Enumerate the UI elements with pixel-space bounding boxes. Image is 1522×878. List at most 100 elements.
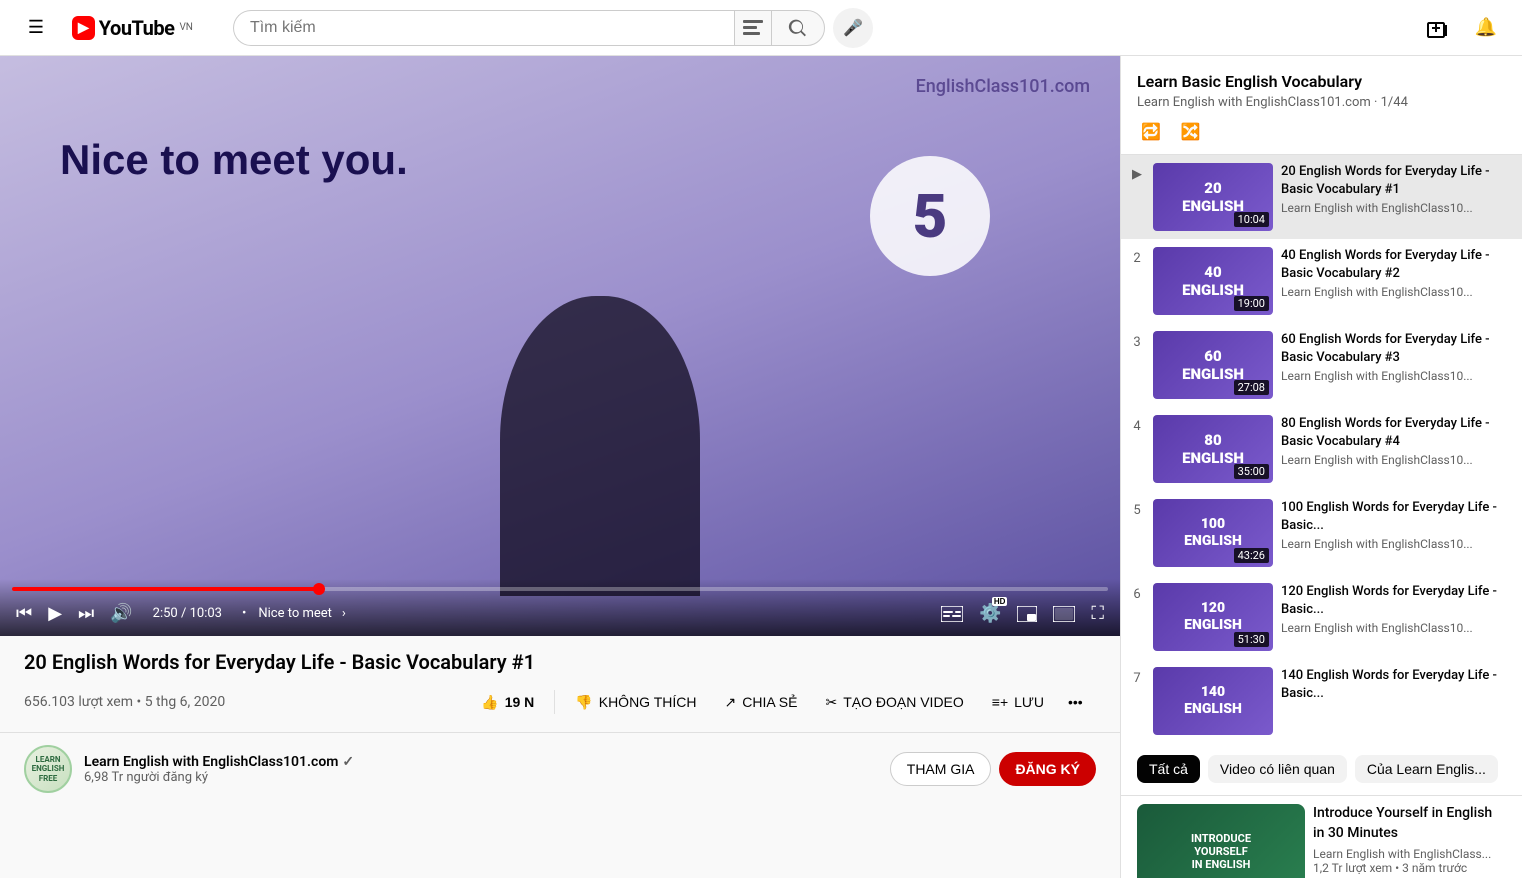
channel-info: Learn English with EnglishClass101.com ✓… <box>84 754 354 785</box>
more-actions-button[interactable]: ••• <box>1060 684 1096 720</box>
shuffle-button[interactable]: 🔀 <box>1177 118 1205 146</box>
playlist-items: ▶ 20ENGLISH 10:04 20 English Words for E… <box>1121 155 1522 743</box>
thumbdown-icon: 👎 <box>575 694 592 711</box>
search-button[interactable] <box>771 10 825 46</box>
item-title: 80 English Words for Everyday Life - Bas… <box>1281 415 1514 451</box>
recommended-video[interactable]: INTRODUCEYOURSELFIN ENGLISH 33:09 Introd… <box>1121 796 1522 878</box>
playlist-item[interactable]: 2 40ENGLISH 19:00 40 English Words for E… <box>1121 239 1522 323</box>
video-frame: Nice to meet you. EnglishClass101.com 5 <box>0 56 1120 636</box>
controls-row: ⏮ ▶ ⏭ 🔊 2:50 / 10:03 • Nice to meet › <box>12 599 1108 628</box>
item-title: 60 English Words for Everyday Life - Bas… <box>1281 331 1514 367</box>
item-thumbnail: 60ENGLISH 27:08 <box>1153 331 1273 399</box>
playlist-item[interactable]: 4 80ENGLISH 35:00 80 English Words for E… <box>1121 407 1522 491</box>
save-button[interactable]: ≡+ LƯU <box>980 686 1056 718</box>
playlist-item[interactable]: 3 60ENGLISH 27:08 60 English Words for E… <box>1121 323 1522 407</box>
chapter-label: Nice to meet <box>258 606 332 621</box>
play-pause-button[interactable]: ▶ <box>44 599 66 628</box>
playlist-item[interactable]: ▶ 20ENGLISH 10:04 20 English Words for E… <box>1121 155 1522 239</box>
nav-right: 🔔 <box>1418 8 1506 48</box>
countdown-number: 5 <box>913 181 948 252</box>
item-thumbnail: 80ENGLISH 35:00 <box>1153 415 1273 483</box>
channel-avatar: LEARN ENGLISH FREE <box>24 745 72 793</box>
scissors-icon: ✂ <box>825 694 837 711</box>
video-title: 20 English Words for Everyday Life - Bas… <box>24 648 1096 676</box>
notifications-button[interactable]: 🔔 <box>1466 8 1506 48</box>
item-channel: Learn English with EnglishClass10... <box>1281 621 1514 635</box>
nav-left: ☰ ▶ YouTube VN <box>16 8 193 48</box>
keyboard-button[interactable] <box>734 10 771 46</box>
clip-button[interactable]: ✂ TẠO ĐOẠN VIDEO <box>813 686 975 719</box>
like-button[interactable]: 👍 19 N <box>469 686 546 719</box>
share-button[interactable]: ↗ CHIA SẺ <box>712 686 809 719</box>
item-play-indicator: ▶ <box>1129 167 1145 182</box>
item-channel: Learn English with EnglishClass10... <box>1281 201 1514 215</box>
filter-tab-related[interactable]: Video có liên quan <box>1208 755 1347 783</box>
item-duration: 35:00 <box>1234 464 1269 479</box>
subtitles-button[interactable] <box>937 602 967 626</box>
channel-actions: THAM GIA ĐĂNG KÝ <box>890 752 1096 786</box>
item-channel: Learn English with EnglishClass10... <box>1281 537 1514 551</box>
youtube-icon: ▶ <box>72 16 95 40</box>
youtube-wordmark: YouTube <box>99 16 175 40</box>
sidebar: Learn Basic English Vocabulary Learn Eng… <box>1120 56 1522 878</box>
mic-button[interactable]: 🎤 <box>833 8 873 48</box>
playlist-item[interactable]: 7 140ENGLISH 140 English Words for Every… <box>1121 659 1522 743</box>
playlist-controls: 🔁 🔀 <box>1137 118 1506 146</box>
item-number: 4 <box>1129 419 1145 434</box>
share-icon: ↗ <box>724 694 736 711</box>
main-layout: Nice to meet you. EnglishClass101.com 5 … <box>0 56 1522 878</box>
item-thumbnail: 140ENGLISH <box>1153 667 1273 735</box>
rec-thumb-bg: INTRODUCEYOURSELFIN ENGLISH <box>1137 804 1305 878</box>
join-button[interactable]: THAM GIA <box>890 752 992 786</box>
top-navigation: ☰ ▶ YouTube VN 🎤 🔔 <box>0 0 1522 56</box>
theater-button[interactable] <box>1049 602 1079 626</box>
item-title: 20 English Words for Everyday Life - Bas… <box>1281 163 1514 199</box>
item-number: 7 <box>1129 671 1145 686</box>
channel-section: LEARN ENGLISH FREE Learn English with En… <box>0 732 1120 805</box>
item-duration: 10:04 <box>1234 212 1269 227</box>
progress-bar[interactable] <box>12 587 1108 591</box>
video-player: Nice to meet you. EnglishClass101.com 5 … <box>0 56 1120 636</box>
item-duration: 43:26 <box>1234 548 1269 563</box>
item-number: 5 <box>1129 503 1145 518</box>
item-title: 120 English Words for Everyday Life - Ba… <box>1281 583 1514 619</box>
like-count: 19 N <box>505 694 535 710</box>
item-thumb-bg: 140ENGLISH <box>1153 667 1273 735</box>
item-info: 120 English Words for Everyday Life - Ba… <box>1281 583 1514 635</box>
skip-back-button[interactable]: ⏮ <box>12 599 36 628</box>
dislike-button[interactable]: 👎 KHÔNG THÍCH <box>563 686 708 719</box>
playlist-item[interactable]: 5 100ENGLISH 43:26 100 English Words for… <box>1121 491 1522 575</box>
settings-button[interactable]: ⚙️ HD <box>975 599 1005 628</box>
save-icon: ≡+ <box>992 694 1008 710</box>
progress-fill <box>12 587 319 591</box>
subscribe-button[interactable]: ĐĂNG KÝ <box>999 752 1096 786</box>
search-input[interactable] <box>233 10 734 46</box>
item-number: 2 <box>1129 251 1145 266</box>
loop-button[interactable]: 🔁 <box>1137 118 1165 146</box>
volume-button[interactable]: 🔊 <box>106 599 136 628</box>
playlist-item[interactable]: 6 120ENGLISH 51:30 120 English Words for… <box>1121 575 1522 659</box>
thumbup-icon: 👍 <box>481 694 498 711</box>
item-duration: 27:08 <box>1234 380 1269 395</box>
rec-stats: 1,2 Tr lượt xem • 3 năm trước <box>1313 861 1506 875</box>
playing-icon: ▶ <box>1132 167 1142 182</box>
miniplayer-button[interactable] <box>1013 602 1041 626</box>
separator: • <box>242 606 246 621</box>
youtube-logo[interactable]: ▶ YouTube VN <box>72 16 193 40</box>
action-buttons: 👍 19 N 👎 KHÔNG THÍCH ↗ CHIA SẺ ✂ TẠO <box>469 684 1096 720</box>
item-info: 60 English Words for Everyday Life - Bas… <box>1281 331 1514 383</box>
filter-tabs: Tất cả Video có liên quan Của Learn Engl… <box>1121 743 1522 796</box>
item-channel: Learn English with EnglishClass10... <box>1281 369 1514 383</box>
hamburger-menu-button[interactable]: ☰ <box>16 8 56 48</box>
rec-info: Introduce Yourself in English in 30 Minu… <box>1313 804 1506 878</box>
content-area: Nice to meet you. EnglishClass101.com 5 … <box>0 56 1120 878</box>
filter-tab-channel[interactable]: Của Learn Englis... <box>1355 755 1498 783</box>
create-button[interactable] <box>1418 8 1458 48</box>
skip-forward-button[interactable]: ⏭ <box>74 599 98 628</box>
fullscreen-button[interactable]: ⛶ <box>1087 599 1108 628</box>
rec-thumbnail: INTRODUCEYOURSELFIN ENGLISH 33:09 <box>1137 804 1305 878</box>
item-info: 140 English Words for Everyday Life - Ba… <box>1281 667 1514 703</box>
rec-channel: Learn English with EnglishClass... <box>1313 847 1506 861</box>
filter-tab-all[interactable]: Tất cả <box>1137 755 1200 783</box>
item-number: 3 <box>1129 335 1145 350</box>
